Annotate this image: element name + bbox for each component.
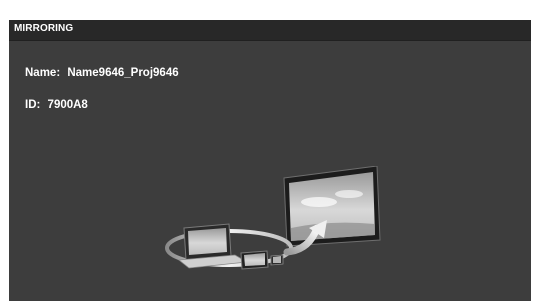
device-name-label: Name: [25,67,61,79]
mirroring-illustration-icon [165,166,381,270]
display-icon [283,166,381,247]
title-bar: MIRRORING [9,20,531,41]
phone-icon [270,254,284,266]
device-id-row: ID: 7900A8 [25,99,88,111]
screen-title: MIRRORING [14,23,74,34]
device-id-label: ID: [25,99,41,111]
mirroring-screen: MIRRORING Name: Name9646_Proj9646 ID: 79… [9,20,531,301]
tablet-icon [240,250,269,270]
device-id-value: 7900A8 [47,99,88,111]
device-name-row: Name: Name9646_Proj9646 [25,67,179,79]
device-name-value: Name9646_Proj9646 [67,67,179,79]
